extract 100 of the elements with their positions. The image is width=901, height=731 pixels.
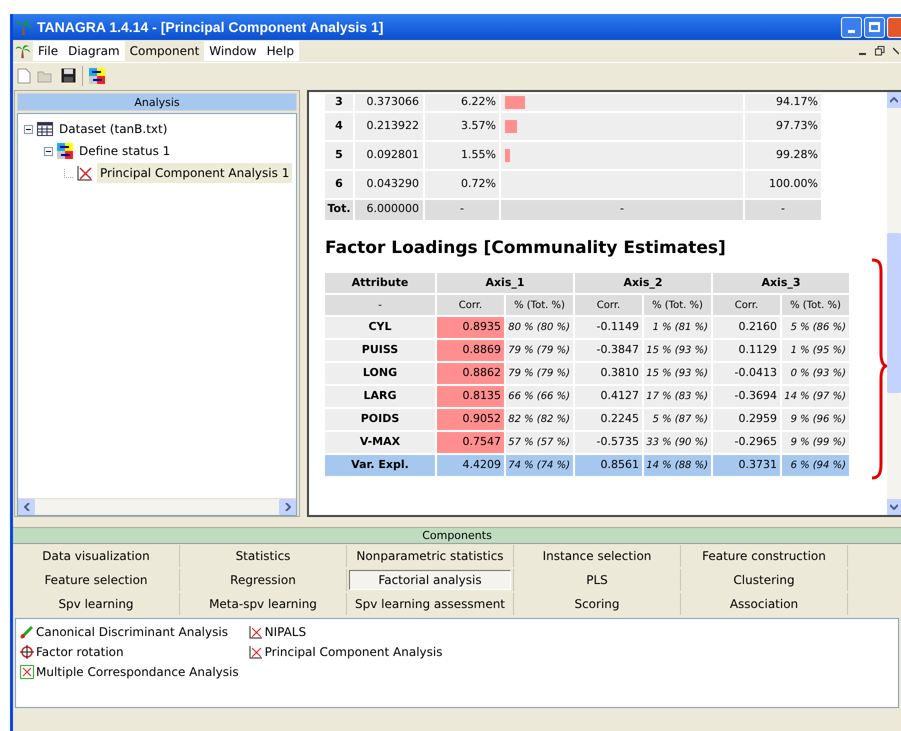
table-cell: CYL (325, 317, 435, 338)
collapse-toggle[interactable] (24, 124, 33, 134)
table-cell: 15 % (93 %) (644, 340, 711, 361)
category-tab[interactable]: Clustering (729, 570, 799, 590)
column-header: Axis_3 (713, 273, 849, 293)
category-tab[interactable]: Scoring (570, 594, 624, 614)
table-cell: 0.8935 (437, 317, 504, 338)
save-icon[interactable] (61, 68, 76, 83)
table-cell: 3 (325, 94, 353, 110)
table-cell: 4 (325, 112, 353, 140)
table-cell: 1 % (81 %) (644, 317, 711, 338)
table-cell: 0.2245 (575, 409, 642, 430)
table-cell: 0.043290 (355, 170, 423, 198)
panel-header: Components (13, 528, 901, 544)
maximize-button[interactable] (864, 16, 885, 38)
column-header: Axis_1 (437, 273, 573, 293)
table-cell: 9 % (96 %) (782, 409, 849, 430)
category-tab[interactable]: Association (726, 594, 802, 614)
method-list-item[interactable]: Principal Component Analysis (264, 643, 442, 661)
scatter-plot-icon (248, 625, 263, 639)
category-tab[interactable]: Spv learning (54, 594, 138, 614)
category-tab[interactable]: Regression (226, 570, 300, 590)
tree-item[interactable]: Define status 1 (77, 142, 172, 160)
tree-item[interactable]: Dataset (tanB.txt) (57, 120, 170, 138)
table-cell: 0.8862 (437, 363, 504, 384)
table-cell: 94.17% (745, 94, 821, 110)
menu-item[interactable]: Window (204, 41, 262, 61)
category-tab[interactable]: PLS (582, 570, 612, 590)
table-cell: - (425, 200, 499, 220)
scroll-right-icon[interactable] (284, 503, 290, 511)
define-status-icon (57, 143, 73, 159)
menu-item[interactable]: Diagram (63, 41, 125, 61)
table-cell: 0.8869 (437, 340, 504, 361)
column-header: Corr. (713, 295, 780, 315)
table-cell: 3.57% (425, 112, 499, 140)
table-cell: 79 % (79 %) (506, 340, 573, 361)
vertical-scrollbar[interactable] (887, 92, 901, 515)
method-list-item[interactable]: Multiple Correspondance Analysis (36, 663, 239, 681)
panel-header: Analysis (17, 93, 297, 111)
table-cell: 0.2160 (713, 317, 780, 338)
column-header: Corr. (437, 295, 504, 315)
table-cell: 6 % (94 %) (782, 455, 849, 476)
category-tab[interactable]: Statistics (232, 546, 294, 566)
pencil-icon (20, 625, 34, 639)
category-tab[interactable]: Feature construction (698, 546, 830, 566)
table-cell: 74 % (74 %) (506, 455, 573, 476)
menu-item[interactable]: Help (262, 41, 299, 61)
method-list-item[interactable]: NIPALS (264, 623, 306, 641)
define-status-icon[interactable] (89, 68, 105, 84)
tree-item[interactable]: Principal Component Analysis 1 (97, 163, 292, 183)
category-tab[interactable]: Feature selection (40, 570, 152, 590)
scroll-up-icon[interactable] (890, 97, 898, 103)
table-cell: 97.73% (745, 112, 821, 140)
scroll-down-icon[interactable] (890, 504, 898, 510)
table-cell: 0.3731 (713, 455, 780, 476)
crosshair-icon (20, 645, 34, 659)
close-button[interactable] (887, 16, 901, 38)
table-cell: 99.28% (745, 142, 821, 168)
column-header: % (Tot. %) (506, 295, 573, 315)
table-cell: 0.7547 (437, 432, 504, 453)
column-header: % (Tot. %) (644, 295, 711, 315)
mdi-close-icon[interactable] (893, 46, 899, 56)
table-cell: 0.213922 (355, 112, 423, 140)
table-cell: LARG (325, 386, 435, 407)
table-cell: - (745, 200, 821, 220)
horizontal-scrollbar[interactable] (18, 498, 296, 515)
category-tab[interactable]: Instance selection (538, 546, 656, 566)
new-file-icon[interactable] (17, 68, 31, 84)
table-cell: 57 % (57 %) (506, 432, 573, 453)
table-cell: -0.5735 (575, 432, 642, 453)
table-cell: 0.092801 (355, 142, 423, 168)
category-tab[interactable]: Data visualization (38, 546, 154, 566)
table-cell: 9 % (99 %) (782, 432, 849, 453)
chart-box-icon (20, 665, 34, 679)
table-cell: 1.55% (425, 142, 499, 168)
table-cell: 66 % (66 %) (506, 386, 573, 407)
scrollbar-thumb[interactable] (887, 233, 901, 393)
category-tab[interactable]: Factorial analysis (349, 570, 511, 590)
scroll-left-icon[interactable] (24, 503, 30, 511)
menu-item[interactable]: Component (124, 41, 204, 61)
category-tab[interactable]: Nonparametric statistics (352, 546, 508, 566)
table-cell: 4.4209 (437, 455, 504, 476)
mdi-restore-icon[interactable] (875, 46, 885, 56)
category-tab[interactable]: Spv learning assessment (350, 594, 510, 614)
table-cell: - (501, 200, 743, 220)
minimize-button[interactable] (841, 16, 862, 38)
menu-item[interactable]: File (33, 41, 64, 61)
method-list-item[interactable]: Canonical Discriminant Analysis (36, 623, 228, 641)
category-tab[interactable]: Meta-spv learning (205, 594, 321, 614)
table-cell: -0.2965 (713, 432, 780, 453)
table-cell: -0.0413 (713, 363, 780, 384)
table-cell: 79 % (79 %) (506, 363, 573, 384)
scatter-plot-icon (248, 645, 263, 659)
method-list-item[interactable]: Factor rotation (36, 643, 124, 661)
window-title: TANAGRA 1.4.14 - [Principal Component Analysis 1] (37, 18, 384, 37)
table-cell: Var. Expl. (325, 455, 435, 476)
column-header: % (Tot. %) (782, 295, 849, 315)
collapse-toggle[interactable] (44, 146, 53, 156)
table-cell: 5 % (86 %) (782, 317, 849, 338)
table-cell: 0.3810 (575, 363, 642, 384)
